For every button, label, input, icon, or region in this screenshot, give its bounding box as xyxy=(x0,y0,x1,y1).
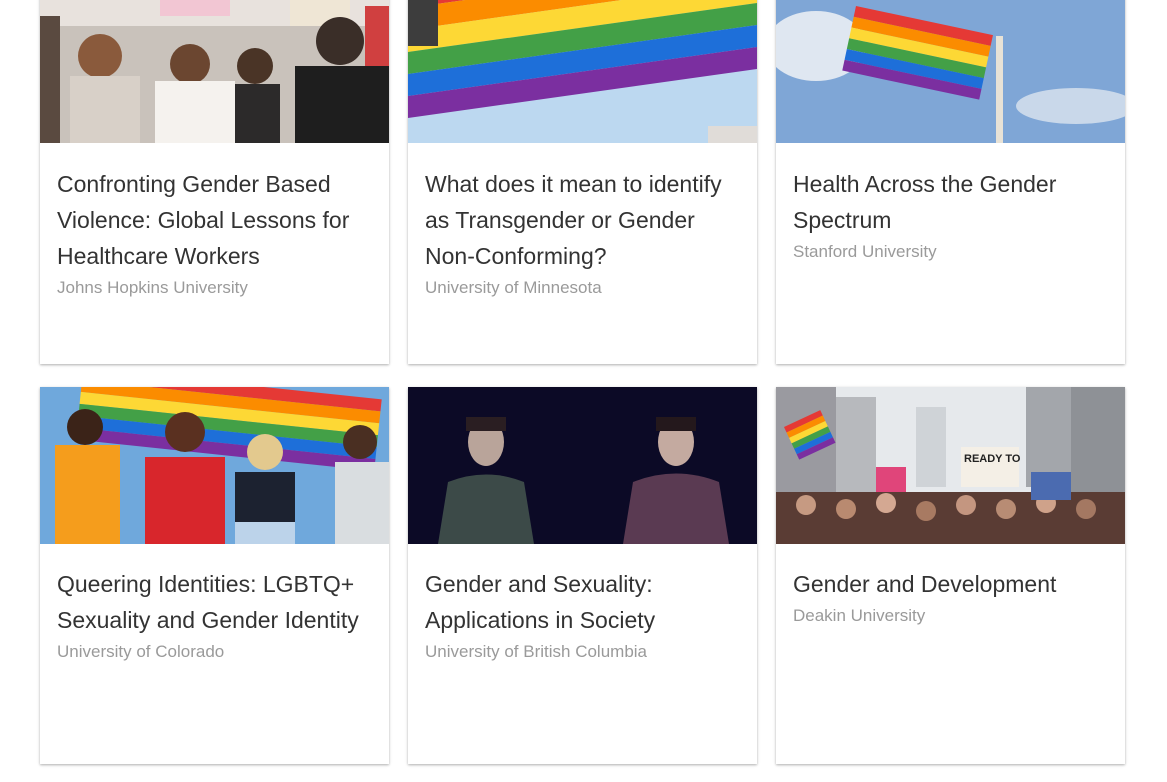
course-university: Stanford University xyxy=(793,242,937,261)
course-card[interactable]: What does it mean to identify as Transge… xyxy=(408,0,757,364)
course-university: University of Minnesota xyxy=(425,278,602,297)
course-title[interactable]: Confronting Gender Based Violence: Globa… xyxy=(57,166,375,274)
course-card[interactable]: Queering Identities: LGBTQ+ Sexuality an… xyxy=(40,387,389,764)
course-university: Johns Hopkins University xyxy=(57,278,248,297)
pride-celebration-image xyxy=(40,387,389,544)
sign-text: READY TO xyxy=(964,453,1021,465)
flag-on-pole-image xyxy=(776,0,1125,143)
course-university: Deakin University xyxy=(793,606,926,625)
course-title[interactable]: What does it mean to identify as Transge… xyxy=(425,166,743,274)
course-card[interactable]: READY TO Gender and Development Deakin U… xyxy=(776,387,1125,764)
course-title[interactable]: Gender and Sexuality: Applications in So… xyxy=(425,566,743,638)
rainbow-flag-image xyxy=(408,0,757,143)
course-title[interactable]: Gender and Development xyxy=(793,566,1111,602)
course-card[interactable]: Confronting Gender Based Violence: Globa… xyxy=(40,0,389,364)
course-title[interactable]: Queering Identities: LGBTQ+ Sexuality an… xyxy=(57,566,375,638)
course-university: University of Colorado xyxy=(57,642,225,661)
protest-crowd-image xyxy=(40,0,389,143)
course-title[interactable]: Health Across the Gender Spectrum xyxy=(793,166,1111,238)
course-university: University of British Columbia xyxy=(425,642,648,661)
two-faces-dark-image xyxy=(408,387,757,544)
course-card[interactable]: Health Across the Gender Spectrum Stanfo… xyxy=(776,0,1125,364)
city-march-image: READY TO xyxy=(776,387,1125,544)
course-card[interactable]: Gender and Sexuality: Applications in So… xyxy=(408,387,757,764)
